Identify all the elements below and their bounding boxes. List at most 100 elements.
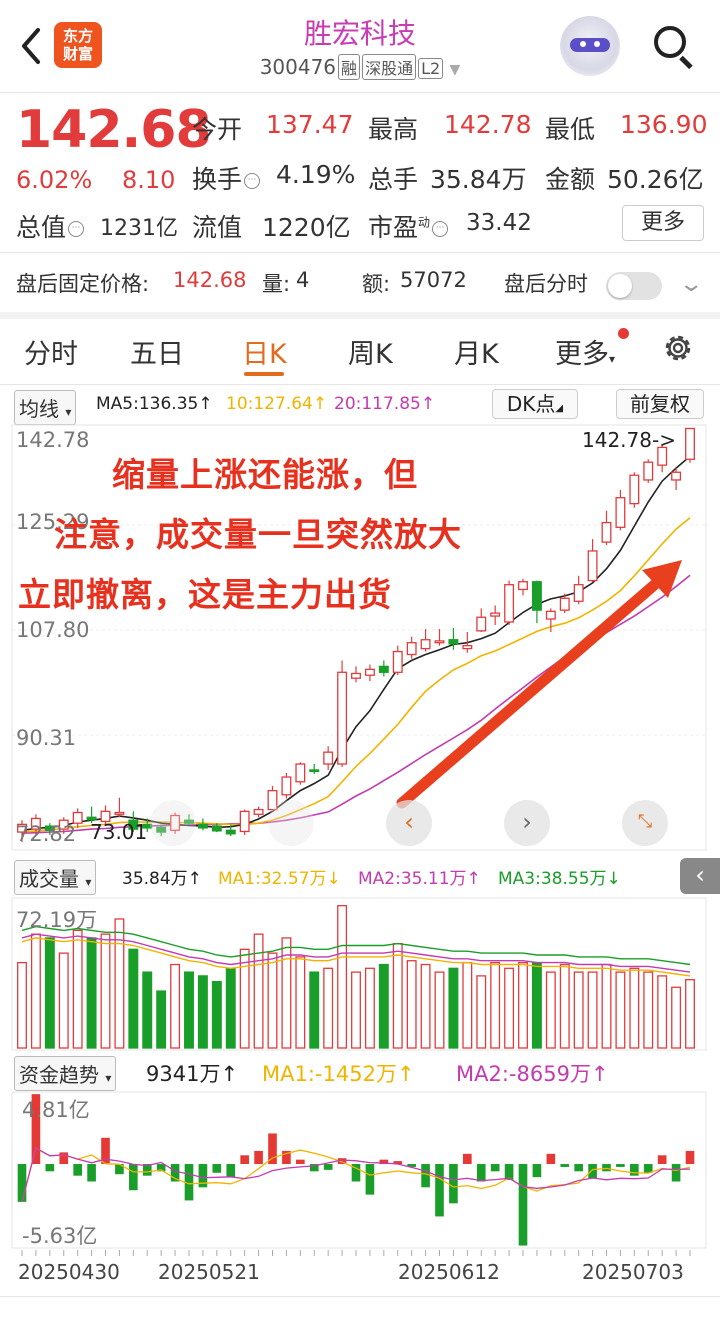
fund-bar [435,1164,444,1217]
volume-bar [323,967,334,1049]
float-value: 1220亿 [262,213,351,242]
fund-bar [296,1159,305,1165]
candle-body [448,639,459,645]
candle-body [225,829,236,835]
volume-bar [128,948,139,1049]
fund-indicator-selector[interactable]: 资金趋势 ▾ [14,1056,117,1091]
volume-bar [434,971,445,1049]
volume-bar [239,948,250,1049]
fund-bar [59,1152,69,1165]
zoom-button[interactable] [150,800,196,846]
date-label: 20250521 [158,1260,260,1284]
volume-ma2: MA2:35.11万↑ [358,869,481,889]
fund-bar [490,1164,500,1172]
volume-chart[interactable] [0,896,720,1052]
volume-indicator-selector[interactable]: 成交量 ▾ [14,860,97,895]
tab-monthly-k[interactable]: 月K [454,332,499,371]
date-label: 20250703 [582,1260,684,1284]
fund-y-bottom: -5.63亿 [22,1224,98,1248]
fund-bar [129,1164,138,1191]
float-label: 流值 [192,213,243,242]
volume-bar [518,961,528,1049]
adjust-button[interactable]: 前复权 [616,389,704,419]
fund-bar [449,1164,458,1204]
chevron-right-icon: › [522,808,532,836]
volume-bar [406,960,417,1049]
scroll-right-button[interactable]: › [504,800,550,846]
robot-avatar[interactable] [560,16,620,76]
candle-body [462,645,473,650]
chevron-down-icon[interactable]: ⌄ [678,272,704,297]
fund-y-top: 4.81亿 [22,1098,90,1122]
pe-value: 33.42 [466,210,532,236]
header: 东方 财富 胜宏科技 300476 融深股通 L2 ▼ [0,0,720,92]
volume-bar [601,963,612,1049]
afterhours-amt-label: 额: [362,272,391,296]
fund-bar [254,1150,263,1165]
fund-bar [574,1164,583,1172]
candle-body [643,461,654,481]
more-quote-button[interactable]: 更多 [622,205,704,241]
ma20-value: 20:117.85↑ [334,394,436,414]
volume-bar [184,971,194,1049]
fund-bar [532,1164,542,1178]
volume-label: 总手 [368,165,419,194]
tab-weekly-k[interactable]: 周K [348,332,393,371]
fund-bar [518,1164,528,1246]
chevron-left-icon: ‹ [695,861,705,889]
volume-bar [587,971,598,1049]
dk-point-button[interactable]: DK点◢ [492,389,578,419]
afterhours-price-label: 盘后固定价格: [16,272,150,296]
pe-label[interactable]: 市盈动 ··· [368,208,449,244]
tab-intraday[interactable]: 分时 [24,332,78,371]
candle-body [685,427,695,460]
chevron-left-icon: ‹ [404,808,414,836]
fund-bar [602,1164,611,1172]
tab-more[interactable]: 更多▾ [555,332,615,371]
gear-icon[interactable] [660,330,696,366]
amount-label: 金额 [545,165,596,194]
y-axis-label: 142.78 [16,428,90,452]
tag-connect: 深股通 [362,54,417,80]
volume-bar [309,971,320,1049]
tab-daily-k[interactable]: 日K [242,332,287,371]
volume-y-top: 72.19万 [16,908,98,932]
volume-bar [211,980,222,1049]
candle-body [337,671,348,765]
volume-bar [58,952,69,1049]
volume-current: 35.84万↑ [122,869,202,889]
info-icon: ··· [244,173,261,189]
stock-code: 300476 [259,55,337,79]
date-label: 20250430 [18,1260,120,1284]
y-axis-label: 107.80 [16,618,90,642]
fullscreen-button[interactable]: ⤡ [622,800,668,846]
fund-bar [476,1164,486,1182]
volume-bar [545,971,556,1049]
expand-icon: ⤡ [637,811,653,832]
volume-bar [392,942,403,1049]
volume-bar [114,918,125,1049]
scroll-left-button[interactable]: ‹ [386,800,432,846]
mktcap-label[interactable]: 总值 ··· [16,208,85,244]
candle-body [392,650,403,673]
fund-bar [616,1164,625,1167]
candle-body [323,751,334,765]
search-button[interactable] [650,22,698,70]
change-percent: 6.02% [16,166,93,194]
max-price-marker: 142.78-> [582,428,676,452]
tab-five-day[interactable]: 五日 [130,332,184,371]
volume-bar [364,967,375,1049]
candle-body [531,581,542,611]
candle-body [476,616,487,632]
afterhours-toggle[interactable] [606,272,662,300]
candle-body [364,668,375,676]
afterhours-vol-label: 量: [262,272,291,296]
low-value: 136.90 [620,110,708,139]
fund-trend-chart[interactable] [0,1090,720,1250]
turnover-label[interactable]: 换手 ··· [192,160,261,196]
candle-body [545,610,556,620]
side-panel-toggle[interactable]: ‹ [680,858,720,894]
zoom-button[interactable] [268,800,314,846]
annotation-line-2: 注意，成交量一旦突然放大 [54,515,462,554]
info-icon: ··· [68,221,85,237]
